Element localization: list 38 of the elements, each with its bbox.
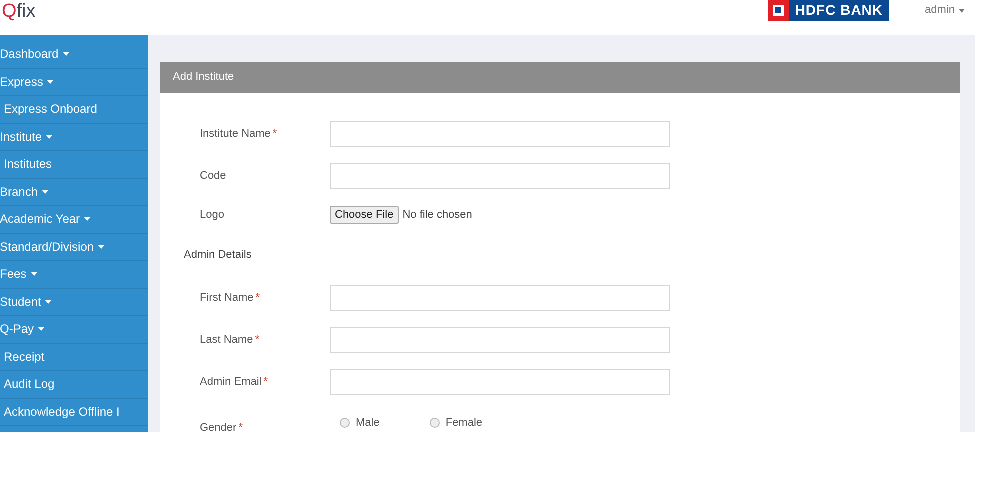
caret-icon — [42, 190, 50, 194]
caret-icon — [46, 134, 54, 139]
field-label: Institute Name — [200, 128, 271, 140]
input-field[interactable] — [330, 369, 670, 395]
input-field[interactable] — [330, 327, 670, 353]
caret-icon — [47, 80, 54, 84]
panel-header: Add Institute — [160, 62, 960, 93]
caret-icon — [45, 300, 52, 304]
user-menu[interactable]: admin — [925, 2, 965, 19]
required-asterisk: * — [264, 376, 268, 388]
field-label: Admin Email — [200, 376, 262, 388]
caret-icon — [84, 217, 92, 222]
radio-label: Male — [356, 416, 380, 431]
radio-label: Female — [446, 416, 483, 431]
file-status: No file chosen — [402, 208, 472, 223]
caret-icon — [38, 327, 46, 332]
required-asterisk: * — [238, 422, 243, 432]
required-asterisk: * — [256, 292, 260, 304]
caret-icon — [30, 272, 38, 276]
radio-button[interactable] — [340, 418, 350, 428]
choose-file-button[interactable]: Choose File — [330, 206, 399, 224]
field-label: First Name — [200, 292, 254, 304]
required-asterisk: * — [272, 128, 278, 140]
input-field[interactable] — [330, 163, 670, 189]
app-logo: Qfix — [1, 0, 36, 24]
required-asterisk: * — [255, 334, 260, 346]
field-label: Last Name — [200, 334, 254, 346]
bank-logo: HDFC BANK — [768, 0, 890, 21]
field-label: Logo — [200, 208, 224, 221]
caret-icon — [959, 8, 965, 12]
field-label: Admin Details — [184, 248, 252, 261]
radio-button[interactable] — [430, 418, 440, 428]
input-field[interactable] — [330, 285, 670, 311]
caret-icon — [62, 52, 70, 56]
field-label: Code — [200, 170, 226, 182]
caret-icon — [98, 244, 106, 249]
input-field[interactable] — [330, 121, 670, 147]
field-label: Gender — [200, 422, 237, 432]
